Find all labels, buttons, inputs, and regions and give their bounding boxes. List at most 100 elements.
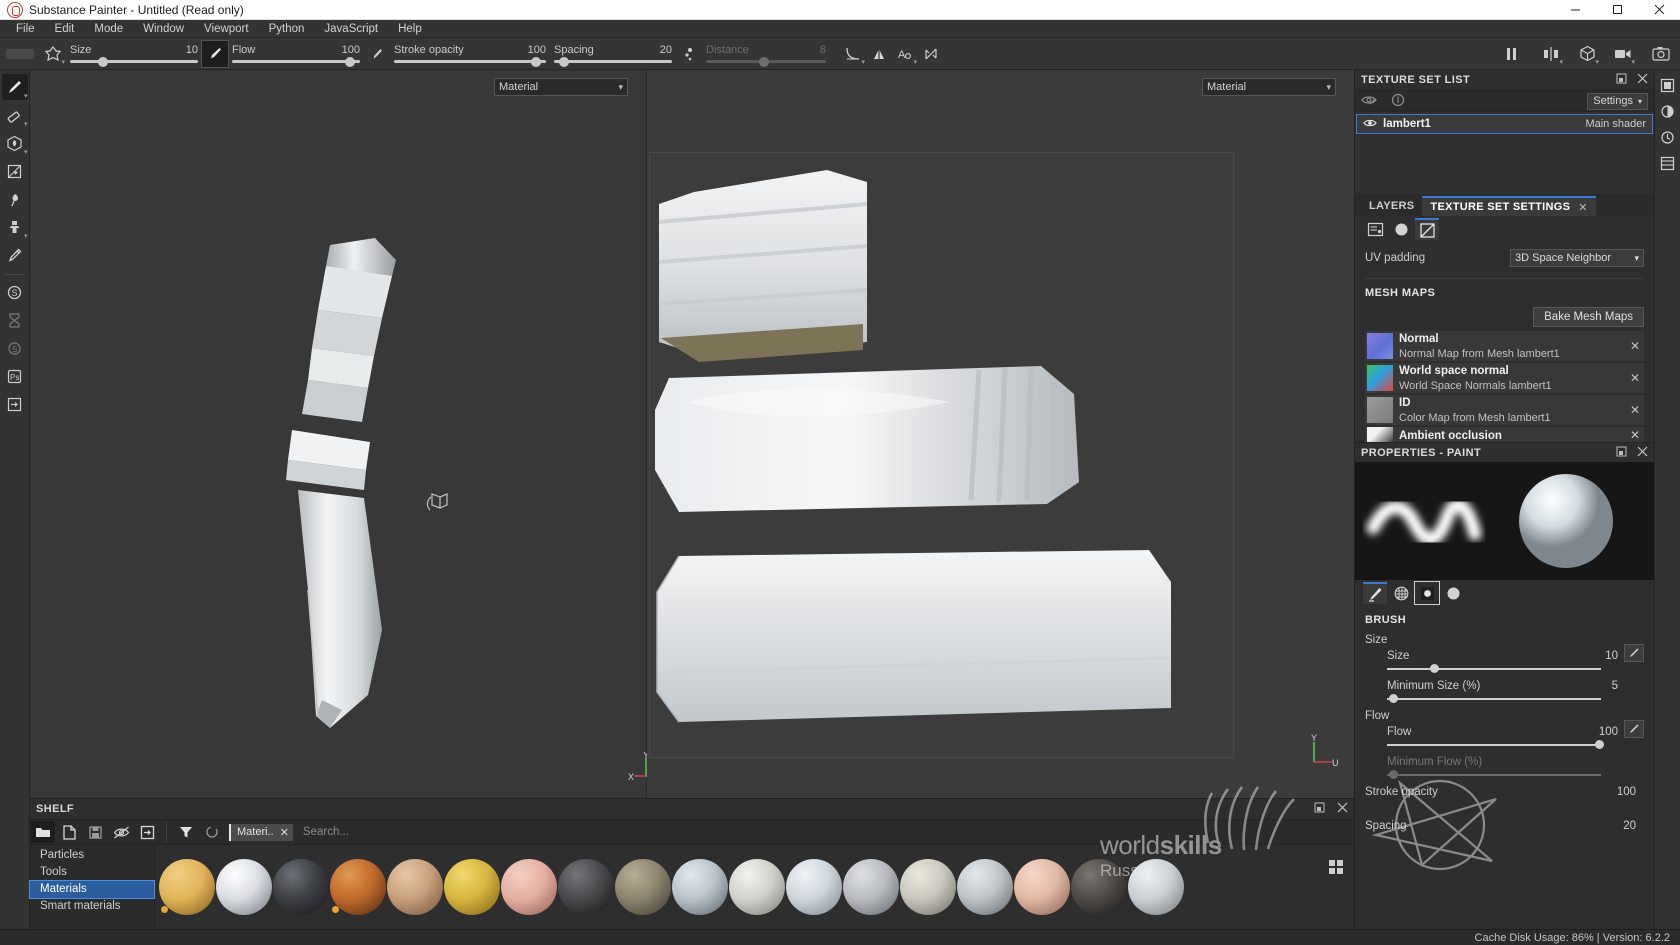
alpha-icon[interactable]: A ▾ bbox=[892, 41, 918, 67]
history-icon[interactable] bbox=[1657, 126, 1679, 148]
clone-tool-button[interactable]: ▾ bbox=[2, 214, 28, 240]
texture-set-settings-button[interactable]: Settings ▾ bbox=[1587, 92, 1648, 110]
close-icon[interactable]: ✕ bbox=[1630, 371, 1640, 385]
brush-flow-dynamics-button[interactable] bbox=[1624, 720, 1644, 738]
eraser-tool-button[interactable]: ▾ bbox=[2, 102, 28, 128]
stencil-subtab[interactable] bbox=[1414, 581, 1440, 605]
material-thumb-17[interactable] bbox=[1071, 859, 1127, 915]
material-thumb-5[interactable] bbox=[387, 859, 443, 915]
spacing-dots-icon[interactable] bbox=[676, 41, 702, 67]
material-thumb-18[interactable] bbox=[1128, 859, 1184, 915]
folder-icon[interactable] bbox=[31, 821, 55, 843]
viewport-cube-icon[interactable]: ▾ bbox=[1574, 41, 1600, 67]
material-thumb-10[interactable] bbox=[672, 859, 728, 915]
shelf-category-particles[interactable]: Particles bbox=[30, 847, 154, 864]
substance-tool-button[interactable]: S bbox=[2, 335, 28, 361]
brush-flow-slider[interactable]: Flow 100 bbox=[1387, 720, 1644, 749]
toolbar-stroke-opacity-slider[interactable]: Stroke opacity 100 bbox=[394, 44, 546, 67]
material-thumb-4[interactable] bbox=[330, 859, 386, 915]
hide-all-icon[interactable] bbox=[1361, 94, 1377, 109]
new-file-icon[interactable] bbox=[57, 821, 81, 843]
polygon-fill-tool-button[interactable] bbox=[2, 158, 28, 184]
toolbar-flow-slider[interactable]: Flow 100 bbox=[232, 44, 360, 67]
menu-edit[interactable]: Edit bbox=[45, 20, 85, 38]
paint-tool-button[interactable]: ▾ bbox=[1, 74, 28, 100]
properties-paint-close-button[interactable] bbox=[1637, 446, 1648, 460]
menu-help[interactable]: Help bbox=[388, 20, 432, 38]
brush-subtab[interactable] bbox=[1363, 582, 1387, 604]
properties-paint-float-button[interactable] bbox=[1616, 446, 1627, 460]
material-thumb-1[interactable] bbox=[159, 859, 215, 915]
brush-tip-icon[interactable] bbox=[201, 39, 229, 68]
close-button[interactable] bbox=[1638, 0, 1680, 19]
shelf-close-button[interactable] bbox=[1337, 802, 1348, 816]
close-icon[interactable]: ✕ bbox=[1630, 339, 1640, 353]
mesh-map-row-id[interactable]: ID Color Map from Mesh lambert1 ✕ bbox=[1365, 395, 1644, 425]
material-thumb-3[interactable] bbox=[273, 859, 329, 915]
brush-size-slider[interactable]: Size 10 bbox=[1387, 644, 1644, 673]
mesh-maps-subtab[interactable] bbox=[1415, 218, 1439, 240]
material-thumb-2[interactable] bbox=[216, 859, 272, 915]
2d-view[interactable]: Material ▾ Y X bbox=[30, 70, 663, 798]
symmetry-icon[interactable] bbox=[866, 41, 892, 67]
menu-viewport[interactable]: Viewport bbox=[194, 20, 259, 38]
flow-brush-icon[interactable] bbox=[364, 41, 390, 67]
pause-engine-icon[interactable] bbox=[1498, 41, 1524, 67]
uv-padding-combo[interactable]: 3D Space Neighbor ▾ bbox=[1510, 249, 1644, 267]
shelf-search-input[interactable]: Search... bbox=[293, 826, 1354, 838]
menu-file[interactable]: File bbox=[6, 20, 45, 38]
material-thumb-9[interactable] bbox=[615, 859, 671, 915]
shelf-category-tools[interactable]: Tools bbox=[30, 864, 154, 881]
tool-color-swatch[interactable] bbox=[6, 48, 34, 59]
material-thumb-11[interactable] bbox=[729, 859, 785, 915]
menu-javascript[interactable]: JavaScript bbox=[314, 20, 388, 38]
shelf-float-button[interactable] bbox=[1314, 802, 1325, 816]
menu-python[interactable]: Python bbox=[259, 20, 315, 38]
solo-icon[interactable] bbox=[1391, 93, 1405, 110]
material-thumb-7[interactable] bbox=[501, 859, 557, 915]
material-thumb-12[interactable] bbox=[786, 859, 842, 915]
display-settings-icon[interactable] bbox=[1657, 100, 1679, 122]
mesh-map-row-normal[interactable]: Normal Normal Map from Mesh lambert1 ✕ bbox=[1365, 331, 1644, 361]
hide-eye-icon[interactable] bbox=[109, 821, 133, 843]
shelf-filter-chip[interactable]: Materi.. ✕ bbox=[229, 823, 293, 841]
toolbar-size-slider[interactable]: Size 10 bbox=[70, 44, 198, 67]
material-preview-tool-button[interactable]: S bbox=[2, 279, 28, 305]
toolbar-spacing-slider[interactable]: Spacing 20 bbox=[554, 44, 672, 67]
material-thumb-13[interactable] bbox=[843, 859, 899, 915]
properties-subtab[interactable] bbox=[1363, 218, 1387, 240]
tab-layers[interactable]: LAYERS bbox=[1361, 196, 1422, 216]
texture-set-icon[interactable] bbox=[1657, 152, 1679, 174]
display-channels-icon[interactable]: ▾ bbox=[1538, 41, 1564, 67]
close-icon[interactable]: ✕ bbox=[1630, 428, 1640, 442]
alpha-subtab[interactable] bbox=[1389, 582, 1413, 604]
menu-window[interactable]: Window bbox=[133, 20, 194, 38]
maximize-button[interactable] bbox=[1596, 0, 1638, 19]
material-thumb-15[interactable] bbox=[957, 859, 1013, 915]
projection-icon[interactable] bbox=[918, 41, 944, 67]
3d-view[interactable]: Material ▾ Y U bbox=[647, 70, 1354, 798]
close-icon[interactable]: ✕ bbox=[1630, 403, 1640, 417]
screenshot-icon[interactable] bbox=[1648, 41, 1674, 67]
shelf-view-toggle[interactable] bbox=[1328, 859, 1350, 875]
viewport-settings-icon[interactable] bbox=[1657, 74, 1679, 96]
smudge-tool-button[interactable] bbox=[2, 186, 28, 212]
brush-preset-icon[interactable]: ▾ bbox=[40, 41, 66, 67]
brush-size-dynamics-button[interactable] bbox=[1624, 644, 1644, 662]
3d-view-shader-combo[interactable]: Material ▾ bbox=[1202, 78, 1336, 96]
picker-tool-button[interactable] bbox=[2, 242, 28, 268]
falloff-curve-icon[interactable]: ▾ bbox=[840, 41, 866, 67]
menu-mode[interactable]: Mode bbox=[84, 20, 133, 38]
refresh-icon[interactable] bbox=[200, 821, 224, 843]
photoshop-link-tool-button[interactable]: Ps bbox=[2, 363, 28, 389]
material-thumb-16[interactable] bbox=[1014, 859, 1070, 915]
export-tool-button[interactable] bbox=[2, 391, 28, 417]
close-icon[interactable]: ✕ bbox=[280, 826, 289, 839]
bake-tool-button[interactable] bbox=[2, 307, 28, 333]
texture-set-list-close-button[interactable] bbox=[1637, 73, 1648, 87]
material-thumb-8[interactable] bbox=[558, 859, 614, 915]
filter-icon[interactable] bbox=[174, 821, 198, 843]
bake-mesh-maps-button[interactable]: Bake Mesh Maps bbox=[1533, 307, 1644, 327]
shader-subtab[interactable] bbox=[1389, 218, 1413, 240]
eye-icon[interactable] bbox=[1363, 118, 1377, 131]
